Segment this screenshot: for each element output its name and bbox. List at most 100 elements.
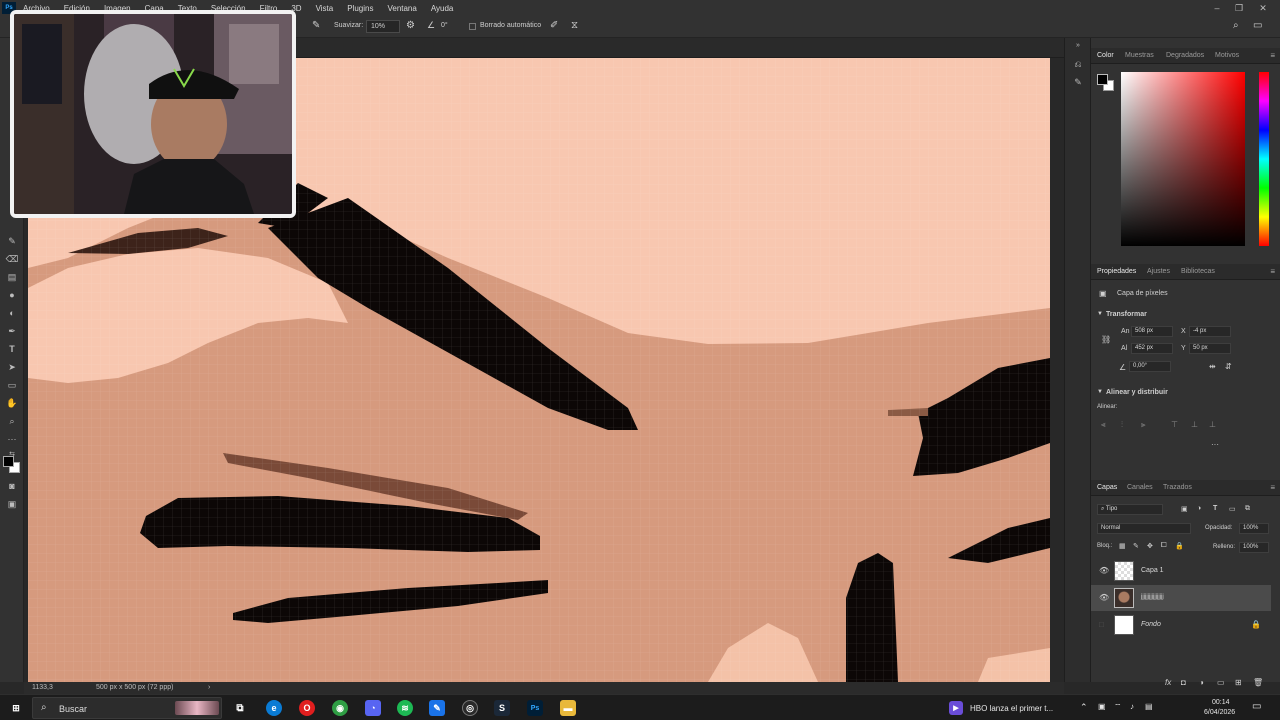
lock-all-icon[interactable]: 🔒	[1175, 542, 1184, 550]
edge-icon[interactable]: e	[266, 700, 282, 716]
tab-degradados[interactable]: Degradados	[1166, 52, 1204, 59]
more-options-icon[interactable]: ···	[1211, 440, 1219, 449]
filter-pixel-icon[interactable]: ▣	[1181, 505, 1188, 513]
panel-menu-icon[interactable]: ≡	[1270, 267, 1275, 276]
tab-propiedades[interactable]: Propiedades	[1097, 268, 1136, 275]
flip-vertical-icon[interactable]: ⇵	[1225, 362, 1232, 371]
eye-icon[interactable]: 👁	[1099, 593, 1109, 602]
tab-muestras[interactable]: Muestras	[1125, 52, 1154, 59]
new-layer-icon[interactable]: ⊞	[1235, 678, 1242, 687]
fill-input[interactable]: 100%	[1239, 542, 1269, 553]
chevron-down-icon[interactable]: ▼	[1097, 389, 1103, 395]
lock-artboard-icon[interactable]: ⧠	[1161, 542, 1167, 550]
eraser-tool-icon[interactable]: ⌫	[5, 252, 19, 266]
tray-app2-icon[interactable]: ▤	[1145, 702, 1153, 711]
news-widget-icon[interactable]: ▶	[949, 701, 963, 715]
discord-icon[interactable]: ◔	[365, 700, 381, 716]
type-tool-icon[interactable]: T	[5, 342, 19, 356]
pen-tool-icon[interactable]: ✒	[5, 324, 19, 338]
layer-row[interactable]: □ Fondo 🔒	[1091, 612, 1271, 638]
width-input[interactable]: 508 px	[1131, 326, 1173, 337]
smoothing-brush-icon[interactable]: ✎	[312, 20, 320, 31]
filter-adjust-icon[interactable]: ◑	[1197, 505, 1201, 512]
foreground-swatch[interactable]	[1097, 74, 1108, 85]
add-mask-icon[interactable]: ◘	[1181, 678, 1186, 687]
layer-row[interactable]: 👁 Capa 1	[1091, 558, 1271, 584]
tab-capas[interactable]: Capas	[1097, 484, 1117, 491]
tray-chevron-up-icon[interactable]: ⌃	[1080, 702, 1088, 713]
y-input[interactable]: 50 px	[1189, 343, 1231, 354]
dodge-tool-icon[interactable]: ◐	[5, 306, 19, 320]
smoothing-input[interactable]: 10%	[366, 20, 400, 33]
hue-slider[interactable]	[1259, 72, 1269, 246]
link-icon[interactable]: ⛓	[1101, 335, 1111, 344]
clock-date[interactable]: 6/04/2026	[1204, 709, 1235, 716]
gear-icon[interactable]: ⚙	[406, 20, 415, 31]
path-selection-tool-icon[interactable]: ➤	[5, 360, 19, 374]
color-picker-field[interactable]	[1121, 72, 1245, 246]
chrome-icon[interactable]: ◉	[332, 700, 348, 716]
steam-icon[interactable]: S	[494, 700, 510, 716]
lock-pixels-icon[interactable]: ✎	[1133, 542, 1139, 550]
tab-color[interactable]: Color	[1097, 52, 1114, 59]
blend-mode-select[interactable]: Normal	[1097, 523, 1191, 534]
minimize-icon[interactable]: –	[1206, 0, 1228, 16]
fx-icon[interactable]: fx	[1165, 678, 1171, 687]
spotify-icon[interactable]: ≋	[397, 700, 413, 716]
restore-icon[interactable]: ❐	[1228, 0, 1250, 16]
taskbar-search-box[interactable]: ⌕ Buscar	[32, 697, 222, 719]
height-input[interactable]: 452 px	[1131, 343, 1173, 354]
news-widget-text[interactable]: HBO lanza el primer t...	[970, 704, 1053, 713]
pen-app-icon[interactable]: ✎	[429, 700, 445, 716]
collapse-panels-icon[interactable]: »	[1072, 40, 1084, 52]
screen-mode-icon[interactable]: ▣	[5, 497, 19, 511]
tab-canales[interactable]: Canales	[1127, 484, 1153, 491]
brush-tool-icon[interactable]: ✎	[5, 234, 19, 248]
delete-layer-icon[interactable]: 🗑	[1253, 678, 1263, 687]
tab-motivos[interactable]: Motivos	[1215, 52, 1239, 59]
filter-shape-icon[interactable]: ▭	[1229, 505, 1236, 513]
eye-hidden-icon[interactable]: □	[1099, 620, 1104, 629]
opera-icon[interactable]: O	[299, 700, 315, 716]
close-icon[interactable]: ✕	[1252, 0, 1274, 16]
panel-menu-icon[interactable]: ≡	[1270, 483, 1275, 492]
align-bottom-icon[interactable]: ⊥	[1209, 420, 1216, 429]
transform-section-title[interactable]: Transformar	[1106, 311, 1147, 318]
layer-name[interactable]: Fondo	[1141, 621, 1161, 628]
lock-transparency-icon[interactable]: ▦	[1119, 542, 1126, 550]
angle-value[interactable]: 0°	[441, 22, 448, 29]
brush-settings-icon[interactable]: ✎	[1072, 76, 1084, 88]
photoshop-taskbar-icon[interactable]: Ps	[527, 700, 543, 716]
foreground-color-swatch[interactable]	[3, 456, 14, 467]
align-right-icon[interactable]: ⫸	[1141, 420, 1146, 430]
zoom-level[interactable]: 1133,3	[32, 684, 53, 691]
align-center-icon[interactable]: ⫶	[1121, 420, 1123, 430]
layer-row-selected[interactable]: 👁 jjjjjjjjjjjjjjjjj	[1091, 585, 1271, 611]
new-group-icon[interactable]: ▭	[1217, 678, 1225, 687]
network-icon[interactable]: ⌔	[1114, 702, 1122, 712]
filter-type-icon[interactable]: T	[1213, 505, 1217, 512]
layer-name[interactable]: Capa 1	[1141, 567, 1164, 574]
gradient-tool-icon[interactable]: ▤	[5, 270, 19, 284]
obs-icon[interactable]: ◎	[462, 700, 478, 716]
filter-smart-icon[interactable]: ⧉	[1245, 505, 1250, 513]
blur-tool-icon[interactable]: ●	[5, 288, 19, 302]
opacity-input[interactable]: 100%	[1239, 523, 1269, 534]
layer-name[interactable]: jjjjjjjjjjjjjjjjj	[1141, 594, 1164, 600]
clock-time[interactable]: 00:14	[1212, 699, 1230, 706]
task-view-icon[interactable]: ⧉	[232, 700, 248, 716]
layer-filter-select[interactable]: ⌕ Tipo	[1097, 504, 1163, 515]
hand-tool-icon[interactable]: ✋	[5, 396, 19, 410]
align-section-title[interactable]: Alinear y distribuir	[1106, 389, 1168, 396]
flip-horizontal-icon[interactable]: ⇹	[1209, 362, 1216, 371]
align-left-icon[interactable]: ⫷	[1101, 420, 1106, 430]
align-middle-icon[interactable]: ⊥	[1191, 420, 1198, 429]
rectangle-tool-icon[interactable]: ▭	[5, 378, 19, 392]
pressure-icon[interactable]: ✐	[550, 20, 558, 31]
notifications-icon[interactable]: ▭	[1252, 701, 1261, 712]
eye-icon[interactable]: 👁	[1099, 566, 1109, 575]
quick-mask-icon[interactable]: ◙	[5, 479, 19, 493]
symmetry-icon[interactable]: ⧖	[571, 20, 578, 31]
tab-ajustes[interactable]: Ajustes	[1147, 268, 1170, 275]
zoom-tool-icon[interactable]: ⌕	[5, 414, 19, 428]
